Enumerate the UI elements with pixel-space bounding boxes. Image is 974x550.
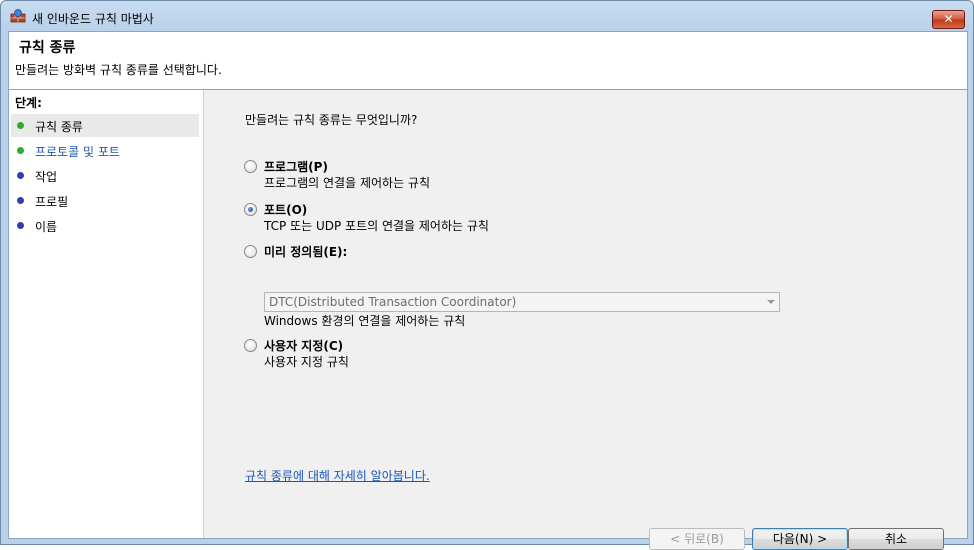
wizard-client-area: 규칙 종류 만들려는 방화벽 규칙 종류를 선택합니다. 단계: 규칙 종류 프… <box>8 31 968 550</box>
radio-port[interactable] <box>244 203 257 216</box>
step-name[interactable]: 이름 <box>11 214 199 237</box>
question-text: 만들려는 규칙 종류는 무엇입니까? <box>245 113 418 127</box>
page-subtitle: 만들려는 방화벽 규칙 종류를 선택합니다. <box>15 63 222 77</box>
status-dot-icon <box>17 222 24 229</box>
cancel-button[interactable]: 취소 <box>848 528 944 550</box>
predefined-select-value: DTC(Distributed Transaction Coordinator) <box>269 295 517 309</box>
learn-more-link[interactable]: 규칙 종류에 대해 자세히 알아봅니다. <box>245 467 430 484</box>
page-header: 규칙 종류 만들려는 방화벽 규칙 종류를 선택합니다. <box>9 32 967 90</box>
step-protocol-ports[interactable]: 프로토콜 및 포트 <box>11 139 199 162</box>
step-label: 이름 <box>35 220 58 234</box>
option-port-label[interactable]: 포트(O) <box>264 201 307 218</box>
option-custom-label[interactable]: 사용자 지정(C) <box>264 337 343 354</box>
firewall-icon <box>10 9 26 23</box>
back-button[interactable]: < 뒤로(B) <box>649 528 745 550</box>
option-port-desc: TCP 또는 UDP 포트의 연결을 제어하는 규칙 <box>264 219 489 233</box>
chevron-down-icon <box>767 300 775 304</box>
steps-label: 단계: <box>15 96 42 110</box>
option-predefined-label[interactable]: 미리 정의됨(E): <box>264 243 347 260</box>
step-rule-type[interactable]: 규칙 종류 <box>11 114 199 137</box>
step-action[interactable]: 작업 <box>11 164 199 187</box>
main-panel: 만들려는 규칙 종류는 무엇입니까? 프로그램(P) 프로그램의 연결을 제어하… <box>204 90 967 550</box>
steps-panel: 단계: 규칙 종류 프로토콜 및 포트 작업 프로필 이름 <box>9 90 204 538</box>
radio-custom[interactable] <box>244 339 257 352</box>
status-dot-icon <box>17 197 24 204</box>
radio-predefined[interactable] <box>244 245 257 258</box>
window-title: 새 인바운드 규칙 마법사 <box>32 12 154 26</box>
option-predefined-desc: Windows 환경의 연결을 제어하는 규칙 <box>264 314 466 328</box>
next-button[interactable]: 다음(N) > <box>752 528 848 550</box>
close-button[interactable]: ✕ <box>932 10 965 29</box>
option-custom-desc: 사용자 지정 규칙 <box>264 355 349 369</box>
step-label: 프로필 <box>35 195 69 209</box>
title-bar[interactable]: 새 인바운드 규칙 마법사 ✕ <box>1 1 973 31</box>
status-dot-icon <box>17 122 24 129</box>
status-dot-icon <box>17 147 24 154</box>
step-profile[interactable]: 프로필 <box>11 189 199 212</box>
wizard-window: 새 인바운드 규칙 마법사 ✕ 규칙 종류 만들려는 방화벽 규칙 종류를 선택… <box>0 0 974 550</box>
step-label: 작업 <box>35 170 58 184</box>
step-label: 규칙 종류 <box>35 120 83 134</box>
step-label[interactable]: 프로토콜 및 포트 <box>35 143 120 160</box>
predefined-select[interactable]: DTC(Distributed Transaction Coordinator) <box>264 292 780 312</box>
option-program-desc: 프로그램의 연결을 제어하는 규칙 <box>264 176 431 190</box>
page-title: 규칙 종류 <box>19 40 76 56</box>
radio-program[interactable] <box>244 160 257 173</box>
option-program-label[interactable]: 프로그램(P) <box>264 158 328 175</box>
status-dot-icon <box>17 172 24 179</box>
